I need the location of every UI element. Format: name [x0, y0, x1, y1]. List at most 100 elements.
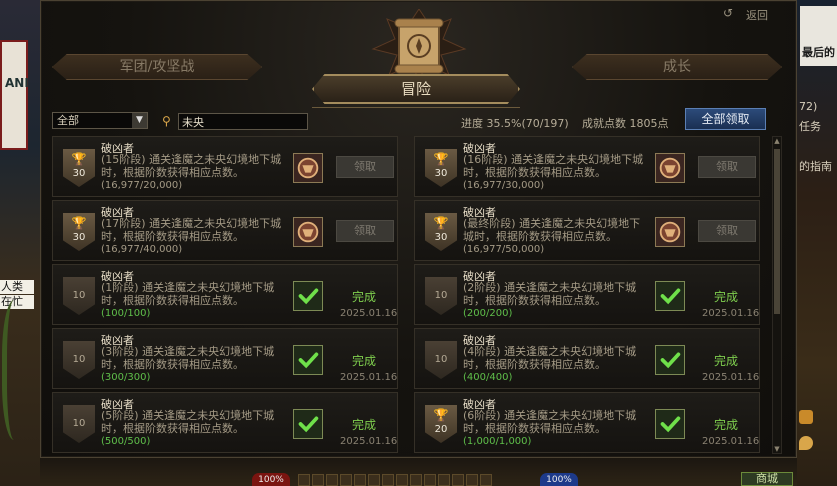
list-scrollbar[interactable]: ▲ ▼ [772, 136, 782, 454]
background-left-scene: ANI 人类 在忙 [0, 0, 40, 486]
achievement-window: ↺ 返回 军团/攻坚战 成长 冒险 全部 ▼ ⚲ 进度 35.5%(70/197… [40, 0, 797, 458]
search-input[interactable] [178, 113, 308, 130]
completed-date: 2025.01.16 [340, 436, 398, 447]
scroll-down-icon[interactable]: ▼ [773, 445, 781, 453]
skill-slot[interactable] [424, 474, 436, 486]
points-value: 30 [434, 232, 448, 243]
location-pin-icon[interactable] [799, 436, 813, 450]
points-value: 30 [434, 168, 448, 179]
skill-slot[interactable] [396, 474, 408, 486]
points-shield: 10 [425, 341, 457, 379]
achievement-description: (15阶段) 通关逢魔之未央幻境地下城时，根据阶数获得相应点数。 [101, 153, 282, 179]
reward-emblem-icon[interactable] [293, 153, 323, 183]
skill-slot[interactable] [368, 474, 380, 486]
achievement-card: 10 破凶者 (3阶段) 通关逢魔之未央幻境地下城时，根据阶数获得相应点数。 (… [52, 328, 398, 389]
achievement-card: 🏆 30 破凶者 (15阶段) 通关逢魔之未央幻境地下城时，根据阶数获得相应点数。… [52, 136, 398, 197]
achievement-description: (最终阶段) 通关逢魔之未央幻境地下城时，根据阶数获得相应点数。 [463, 217, 641, 243]
skill-slot[interactable] [326, 474, 338, 486]
achievement-progress: (1,000/1,000) [463, 436, 532, 447]
background-chip-1: 人类 [0, 280, 34, 294]
achievement-progress: (100/100) [101, 308, 151, 319]
scroll-up-icon[interactable]: ▲ [773, 137, 781, 145]
claim-button[interactable]: 领取 [336, 220, 394, 242]
return-link[interactable]: 返回 [746, 7, 768, 23]
progress-text: 进度 35.5%(70/197) [461, 117, 569, 130]
achievement-card: 🏆 30 破凶者 (最终阶段) 通关逢魔之未央幻境地下城时，根据阶数获得相应点数。… [414, 200, 760, 261]
skill-slot[interactable] [466, 474, 478, 486]
shop-city-button[interactable]: 商城 [741, 472, 793, 486]
achievement-description: (16阶段) 通关逢魔之未央幻境地下城时，根据阶数获得相应点数。 [463, 153, 644, 179]
achievement-card: 🏆 30 破凶者 (17阶段) 通关逢魔之未央幻境地下城时，根据阶数获得相应点数。… [52, 200, 398, 261]
trophy-icon: 🏆 [71, 216, 87, 230]
skill-slot[interactable] [480, 474, 492, 486]
background-text-1: 72) [799, 100, 818, 113]
checkmark-icon [293, 281, 323, 311]
achievement-description: (2阶段) 通关逢魔之未央幻境地下城时，根据阶数获得相应点数。 [463, 281, 637, 307]
checkmark-icon [293, 409, 323, 439]
chevron-down-icon[interactable]: ▼ [132, 113, 147, 128]
completed-date: 2025.01.16 [702, 372, 760, 383]
search-icon: ⚲ [162, 114, 171, 128]
points-value: 10 [72, 418, 86, 429]
achievement-card: 10 破凶者 (1阶段) 通关逢魔之未央幻境地下城时，根据阶数获得相应点数。 (… [52, 264, 398, 325]
skill-slot[interactable] [452, 474, 464, 486]
completed-status: 完成 [352, 290, 377, 304]
reward-emblem-icon[interactable] [655, 153, 685, 183]
points-value: 30 [72, 168, 86, 179]
completed-status: 完成 [352, 354, 377, 368]
points-shield: 10 [63, 341, 95, 379]
bell-icon[interactable] [799, 410, 813, 424]
skill-slot[interactable] [312, 474, 324, 486]
completed-status: 完成 [714, 418, 739, 432]
trophy-icon: 🏆 [433, 152, 449, 166]
points-shield: 🏆 20 [425, 405, 457, 443]
trophy-icon: 🏆 [71, 152, 87, 166]
reward-emblem-icon[interactable] [293, 217, 323, 247]
completed-status: 完成 [714, 290, 739, 304]
claim-button[interactable]: 领取 [698, 156, 756, 178]
points-shield: 🏆 30 [63, 149, 95, 187]
achievement-card: 🏆 20 破凶者 (6阶段) 通关逢魔之未央幻境地下城时，根据阶数获得相应点数。 … [414, 392, 760, 453]
tab-adventure[interactable]: 冒险 [312, 74, 520, 104]
skill-slot[interactable] [438, 474, 450, 486]
achievement-card: 10 破凶者 (5阶段) 通关逢魔之未央幻境地下城时，根据阶数获得相应点数。 (… [52, 392, 398, 453]
category-select[interactable]: 全部 ▼ [52, 112, 148, 129]
background-right-scene: 最后的 72) 任务 的指南 [797, 0, 837, 486]
tab-divider [312, 107, 520, 108]
achievement-card: 10 破凶者 (4阶段) 通关逢魔之未央幻境地下城时，根据阶数获得相应点数。 (… [414, 328, 760, 389]
skill-slot[interactable] [340, 474, 352, 486]
reward-emblem-icon[interactable] [655, 217, 685, 247]
claim-all-button[interactable]: 全部领取 [685, 108, 766, 130]
achievement-card: 10 破凶者 (2阶段) 通关逢魔之未央幻境地下城时，根据阶数获得相应点数。 (… [414, 264, 760, 325]
points-value: 10 [434, 354, 448, 365]
achievement-description: (6阶段) 通关逢魔之未央幻境地下城时，根据阶数获得相应点数。 [463, 409, 637, 435]
skill-slot[interactable] [298, 474, 310, 486]
points-value: 30 [72, 232, 86, 243]
trophy-icon: 🏆 [433, 408, 449, 422]
completed-date: 2025.01.16 [340, 308, 398, 319]
background-banner: ANI [0, 40, 29, 150]
return-arrow-icon[interactable]: ↺ [723, 6, 733, 20]
points-value: 20 [434, 424, 448, 435]
skill-slot[interactable] [382, 474, 394, 486]
mp-orb: 100% [540, 473, 578, 486]
tab-legion-siege[interactable]: 军团/攻坚战 [52, 54, 262, 80]
checkmark-icon [655, 281, 685, 311]
tab-growth[interactable]: 成长 [572, 54, 782, 80]
achievement-progress: (400/400) [463, 372, 513, 383]
skill-slot[interactable] [354, 474, 366, 486]
completed-status: 完成 [714, 354, 739, 368]
completed-status: 完成 [352, 418, 377, 432]
scrollbar-thumb[interactable] [774, 149, 780, 314]
achievement-description: (5阶段) 通关逢魔之未央幻境地下城时，根据阶数获得相应点数。 [101, 409, 275, 435]
achievement-progress: (500/500) [101, 436, 151, 447]
checkmark-icon [655, 409, 685, 439]
points-value: 10 [72, 290, 86, 301]
claim-button[interactable]: 领取 [698, 220, 756, 242]
claim-button[interactable]: 领取 [336, 156, 394, 178]
points-shield: 🏆 30 [425, 213, 457, 251]
skill-slot[interactable] [410, 474, 422, 486]
achievement-progress: (16,977/40,000) [101, 244, 183, 255]
achievement-progress: (300/300) [101, 372, 151, 383]
completed-date: 2025.01.16 [702, 308, 760, 319]
